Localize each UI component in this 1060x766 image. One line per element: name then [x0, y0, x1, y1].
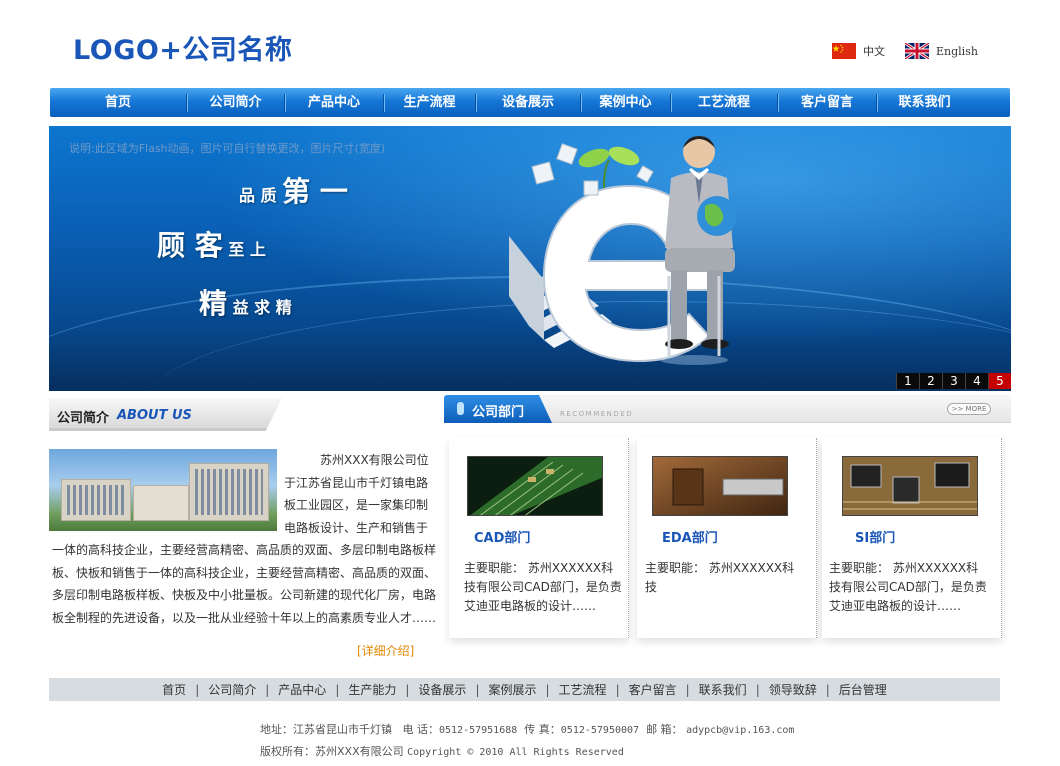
slogan-customer-small: 至 上: [228, 240, 266, 259]
banner-page-1[interactable]: 1: [896, 373, 919, 389]
slogan-excellence-small: 益 求 精: [232, 298, 292, 317]
connector-image: [653, 457, 787, 515]
fax-value: 0512-57950007: [560, 725, 640, 736]
more-button[interactable]: >> MORE: [947, 403, 991, 415]
image-spacer: [52, 449, 284, 539]
banner-page-3[interactable]: 3: [942, 373, 965, 389]
footer-separator: |: [195, 682, 200, 697]
language-english-label: English: [936, 44, 978, 58]
slogan-customer-big: 顾 客: [157, 229, 223, 262]
about-text-indent: [284, 453, 320, 467]
banner-page-2[interactable]: 2: [919, 373, 942, 389]
email-label: 邮 箱：: [646, 723, 683, 736]
about-text-block: 苏州XXX有限公司位于江苏省昆山市千灯镇电路板工业园区，是一家集印制电路板设计、…: [52, 449, 436, 629]
nav-item-products[interactable]: 产品中心: [285, 88, 383, 117]
footer-separator: |: [265, 682, 270, 697]
si-name: SI部门: [855, 531, 896, 546]
nav-item-cases[interactable]: 案例中心: [581, 88, 670, 117]
footer-separator: |: [475, 682, 480, 697]
departments-title: 公司部门: [472, 405, 525, 420]
circuit-board-image: [843, 457, 977, 515]
slogan-excellence: 精 益 求 精: [199, 282, 292, 322]
footer-separator: |: [685, 682, 690, 697]
email-value[interactable]: adypcb@vip.163.com: [686, 725, 794, 736]
banner-page-4[interactable]: 4: [965, 373, 988, 389]
about-title-cn: 公司简介: [57, 411, 110, 426]
tab-marker-icon: [457, 402, 464, 415]
footer-link-leadership[interactable]: 领导致辞: [769, 681, 817, 698]
footer-separator: |: [615, 682, 620, 697]
footer-nav: 首页 | 公司简介 | 产品中心 | 生产能力 | 设备展示 | 案例展示 | 工艺流程 | …: [49, 678, 1000, 701]
cad-photo: [467, 456, 603, 516]
eda-name: EDA部门: [662, 531, 718, 546]
eda-photo: [652, 456, 788, 516]
footer-address-line: 地址：江苏省昆山市千灯镇 电 话：0512-57951688 传 真：0512-…: [260, 721, 794, 737]
phone-label: 电 话：: [402, 723, 440, 736]
company-logo[interactable]: LOGO+公司名称: [73, 28, 292, 67]
company-name: 苏州XXX有限公司: [315, 745, 404, 758]
footer-link-guestbook[interactable]: 客户留言: [629, 681, 677, 698]
about-title-en: ABOUT US: [117, 408, 192, 423]
nav-item-home[interactable]: 首页: [50, 88, 186, 117]
eda-desc: 主要职能： 苏州XXXXXX科技: [645, 561, 795, 594]
footer-link-about[interactable]: 公司简介: [208, 681, 256, 698]
uk-flag-icon: [905, 43, 929, 59]
departments-tab: 公司部门: [444, 395, 552, 423]
phone-value: 0512-57951688: [439, 725, 518, 736]
footer-link-cases[interactable]: 案例展示: [488, 681, 536, 698]
slogan-quality-small: 品 质: [239, 186, 277, 205]
footer-separator: |: [755, 682, 760, 697]
pcb-green-image: [468, 457, 602, 515]
chair-illustration: [660, 276, 728, 365]
nav-item-process[interactable]: 工艺流程: [671, 88, 777, 117]
language-chinese-link[interactable]: 中文: [832, 43, 885, 59]
main-nav: 首页 公司简介 产品中心 生产流程 设备展示 案例中心 工艺流程 客户留言 联系…: [50, 88, 1010, 117]
nav-item-production[interactable]: 生产流程: [384, 88, 475, 117]
banner-pager: 1 2 3 4 5: [896, 373, 1011, 389]
fax-label: 传 真：: [524, 723, 561, 736]
hero-banner[interactable]: 说明:此区域为Flash动画，图片可自行替换更改，图片尺寸(宽度) 品 质 第 …: [49, 126, 1011, 391]
banner-page-5-active[interactable]: 5: [988, 373, 1011, 389]
footer-separator: |: [825, 682, 830, 697]
footer-link-equipment[interactable]: 设备展示: [418, 681, 466, 698]
recommended-label: RECOMMENDED: [560, 410, 634, 418]
department-card-cad[interactable]: CAD部门 主要职能： 苏州XXXXXX科技有限公司CAD部门，是负责艾迪亚电路…: [449, 438, 629, 638]
slogan-customer: 顾 客 至 上: [157, 224, 266, 264]
footer-separator: |: [545, 682, 550, 697]
footer-link-process[interactable]: 工艺流程: [559, 681, 607, 698]
department-card-si[interactable]: SI部门 主要职能： 苏州XXXXXX科技有限公司CAD部门，是负责艾迪亚电路板…: [822, 438, 1002, 638]
departments-section-header: 公司部门 RECOMMENDED >> MORE: [444, 395, 1011, 423]
footer-link-capacity[interactable]: 生产能力: [348, 681, 396, 698]
footer-separator: |: [405, 682, 410, 697]
nav-item-equipment[interactable]: 设备展示: [476, 88, 580, 117]
about-section-header: 公司简介 ABOUT US: [49, 398, 282, 431]
footer-link-contact[interactable]: 联系我们: [699, 681, 747, 698]
copyright-label: 版权所有：: [260, 745, 315, 758]
banner-note: 说明:此区域为Flash动画，图片可自行替换更改，图片尺寸(宽度): [69, 142, 386, 155]
slogan-quality-big: 第 一: [282, 175, 348, 208]
footer-link-admin[interactable]: 后台管理: [839, 681, 887, 698]
nav-item-about[interactable]: 公司简介: [187, 88, 284, 117]
cad-name: CAD部门: [474, 531, 531, 546]
department-card-eda[interactable]: EDA部门 主要职能： 苏州XXXXXX科技: [637, 438, 817, 638]
copyright-text: Copyright © 2010 All Rights Reserved: [407, 747, 624, 758]
footer-copyright-line: 版权所有：苏州XXX有限公司 Copyright © 2010 All Righ…: [260, 743, 624, 759]
footer-link-home[interactable]: 首页: [162, 681, 186, 698]
slogan-excellence-big: 精: [199, 287, 228, 320]
address-label: 地址：江苏省昆山市千灯镇: [260, 723, 392, 736]
language-chinese-label: 中文: [863, 45, 885, 58]
footer-link-products[interactable]: 产品中心: [278, 681, 326, 698]
cad-desc: 主要职能： 苏州XXXXXX科技有限公司CAD部门，是负责艾迪亚电路板的设计……: [464, 561, 622, 613]
si-photo: [842, 456, 978, 516]
nav-item-contact[interactable]: 联系我们: [877, 88, 972, 117]
china-flag-icon: [832, 43, 856, 59]
footer-separator: |: [335, 682, 340, 697]
nav-item-guestbook[interactable]: 客户留言: [778, 88, 876, 117]
slogan-quality: 品 质 第 一: [239, 170, 348, 210]
language-english-link[interactable]: English: [905, 43, 978, 59]
si-desc: 主要职能： 苏州XXXXXX科技有限公司CAD部门，是负责艾迪亚电路板的设计……: [829, 561, 987, 613]
detail-link[interactable]: [详细介绍]: [357, 642, 414, 659]
